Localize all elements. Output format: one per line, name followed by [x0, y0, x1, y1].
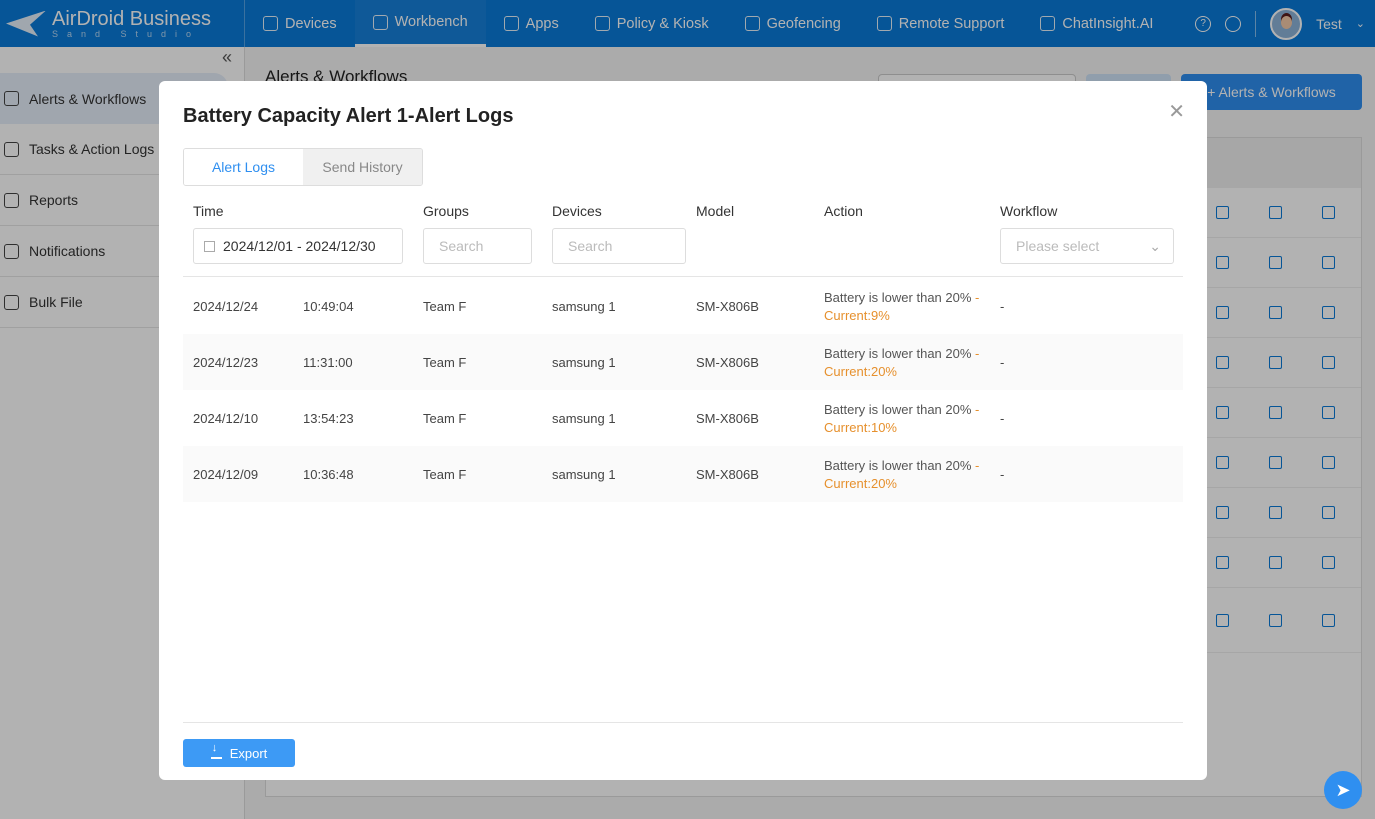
model-cell: SM-X806B [696, 411, 759, 426]
divider [183, 722, 1183, 723]
alert-logs-modal: Battery Capacity Alert 1-Alert Logs ✕ Al… [159, 81, 1207, 780]
export-label: Export [229, 745, 268, 761]
send-feedback-button[interactable]: ➤ [1324, 771, 1362, 809]
model-cell: SM-X806B [696, 355, 759, 370]
time-label: Time [193, 203, 224, 219]
action-cell: Battery is lower than 20% - Current:9% [824, 290, 980, 323]
group-cell: Team F [423, 467, 467, 482]
tab-alert-logs[interactable]: Alert Logs [184, 149, 303, 185]
action-text: Battery is lower than 20% [824, 290, 972, 305]
date-cell: 2024/12/23 [193, 355, 259, 370]
current-value: Current:10% [824, 420, 897, 435]
action-cell: Battery is lower than 20% - Current:20% [824, 458, 980, 491]
close-icon[interactable]: ✕ [1168, 99, 1185, 124]
date-range-value: 2024/12/01 - 2024/12/30 [223, 238, 376, 254]
table-row: 2024/12/24 10:49:04 Team F samsung 1 SM-… [183, 278, 1183, 334]
current-value: Current:20% [824, 364, 897, 379]
current-value: Current:9% [824, 308, 890, 323]
chevron-down-icon: ⌄ [1149, 238, 1161, 254]
workflow-cell: - [1000, 355, 1005, 370]
model-cell: SM-X806B [696, 467, 759, 482]
date-cell: 2024/12/24 [193, 299, 259, 314]
device-cell: samsung 1 [552, 299, 616, 314]
group-cell: Team F [423, 411, 467, 426]
current-value: Current:20% [824, 476, 897, 491]
device-cell: samsung 1 [552, 411, 616, 426]
time-cell: 10:36:48 [303, 467, 354, 482]
workflow-label: Workflow [1000, 203, 1058, 219]
workflow-cell: - [1000, 411, 1005, 426]
device-cell: samsung 1 [552, 355, 616, 370]
date-cell: 2024/12/10 [193, 411, 259, 426]
model-cell: SM-X806B [696, 299, 759, 314]
action-text: Battery is lower than 20% [824, 346, 972, 361]
time-cell: 13:54:23 [303, 411, 354, 426]
groups-label: Groups [423, 203, 469, 219]
action-text: Battery is lower than 20% [824, 402, 972, 417]
group-cell: Team F [423, 299, 467, 314]
devices-label: Devices [552, 203, 602, 219]
action-cell: Battery is lower than 20% - Current:20% [824, 346, 980, 379]
group-cell: Team F [423, 355, 467, 370]
table-row: 2024/12/09 10:36:48 Team F samsung 1 SM-… [183, 446, 1183, 502]
modal-title: Battery Capacity Alert 1-Alert Logs [183, 105, 514, 127]
time-cell: 10:49:04 [303, 299, 354, 314]
groups-search-input[interactable]: Search [423, 228, 532, 264]
table-row: 2024/12/10 13:54:23 Team F samsung 1 SM-… [183, 390, 1183, 446]
device-cell: samsung 1 [552, 467, 616, 482]
export-button[interactable]: Export [183, 739, 295, 767]
download-icon [210, 742, 222, 759]
date-cell: 2024/12/09 [193, 467, 259, 482]
tab-send-history[interactable]: Send History [303, 149, 422, 185]
time-cell: 11:31:00 [303, 355, 353, 370]
date-range-input[interactable]: 2024/12/01 - 2024/12/30 [193, 228, 403, 264]
alert-logs-table: 2024/12/24 10:49:04 Team F samsung 1 SM-… [183, 278, 1183, 502]
action-label: Action [824, 203, 863, 219]
table-row: 2024/12/23 11:31:00 Team F samsung 1 SM-… [183, 334, 1183, 390]
workflow-cell: - [1000, 467, 1005, 482]
action-text: Battery is lower than 20% [824, 458, 972, 473]
workflow-select[interactable]: Please select ⌄ [1000, 228, 1174, 264]
workflow-placeholder: Please select [1016, 238, 1100, 254]
workflow-cell: - [1000, 299, 1005, 314]
devices-search-input[interactable]: Search [552, 228, 686, 264]
model-label: Model [696, 203, 735, 219]
action-cell: Battery is lower than 20% - Current:10% [824, 402, 980, 435]
calendar-icon [204, 241, 215, 252]
